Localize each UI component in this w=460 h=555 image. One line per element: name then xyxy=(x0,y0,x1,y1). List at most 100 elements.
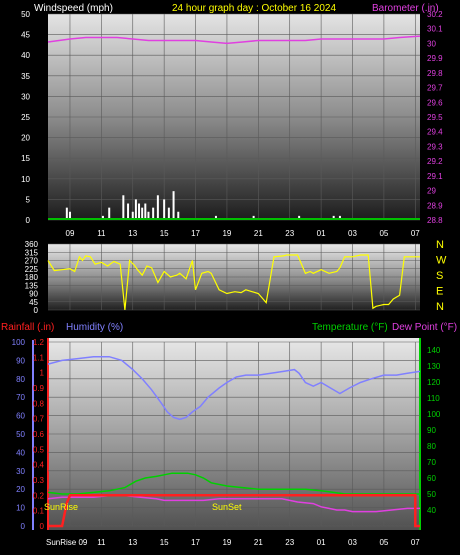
barometer-tick-label: 29.8 xyxy=(427,69,443,78)
temperature-tick-label: 130 xyxy=(427,362,441,371)
chart-title: 24 hour graph day : October 16 2024 xyxy=(172,3,336,14)
rainfall-axis-label: Rainfall (.in) xyxy=(1,322,54,333)
windspeed-bar xyxy=(156,195,159,220)
rainfall-tick-label: 0.6 xyxy=(33,430,45,439)
temperature-tick-label: 110 xyxy=(427,394,440,403)
time-tick-label: 15 xyxy=(160,538,169,547)
wind-time-ticks: 09 11 13 15 17 19 21 23 01 03 05 07 xyxy=(66,229,421,238)
windspeed-bar xyxy=(138,203,141,220)
rainfall-tick-label: 1 xyxy=(40,369,45,378)
time-tick-label: 05 xyxy=(379,229,388,238)
humidity-tick-label: 30 xyxy=(16,467,25,476)
compass-letter: E xyxy=(436,286,443,298)
time-tick-label: 03 xyxy=(348,538,357,547)
time-tick-label: 11 xyxy=(97,538,106,547)
barometer-tick-label: 29.9 xyxy=(427,54,443,63)
barometer-tick-label: 30 xyxy=(427,39,436,48)
windspeed-bar xyxy=(163,199,166,220)
humidity-tick-label: 80 xyxy=(16,375,25,384)
time-tick-label: 13 xyxy=(128,229,137,238)
time-tick-label: 17 xyxy=(191,538,200,547)
rainfall-tick-label: 1.1 xyxy=(33,353,45,362)
barometer-tick-label: 29.1 xyxy=(427,172,443,181)
compass-labels: NWSEN xyxy=(436,239,447,313)
rainfall-tick-label: 0.8 xyxy=(33,399,45,408)
time-tick-label: 07 xyxy=(411,538,420,547)
rainfall-tick-label: 0 xyxy=(40,522,45,531)
time-tick-label: 23 xyxy=(285,229,294,238)
windspeed-bar xyxy=(172,191,175,220)
temperature-tick-label: 40 xyxy=(427,506,436,515)
humidity-tick-label: 60 xyxy=(16,412,25,421)
time-tick-label: 03 xyxy=(348,229,357,238)
humidity-tick-label: 90 xyxy=(16,356,25,365)
windspeed-tick-label: 40 xyxy=(21,51,30,60)
barometer-tick-label: 29.3 xyxy=(427,142,443,151)
temperature-tick-label: 80 xyxy=(427,442,436,451)
time-tick-label: 01 xyxy=(317,229,326,238)
time-tick-label: 13 xyxy=(128,538,137,547)
barometer-tick-label: 28.9 xyxy=(427,201,443,210)
temperature-tick-label: 60 xyxy=(427,474,436,483)
dewpoint-axis-label: Dew Point (°F) xyxy=(392,322,457,333)
rainfall-tick-label: 0.4 xyxy=(33,461,45,470)
humidity-tick-label: 20 xyxy=(16,485,25,494)
barometer-tick-label: 29.2 xyxy=(427,157,443,166)
humidity-tick-label: 100 xyxy=(12,338,26,347)
windspeed-tick-label: 5 xyxy=(26,195,31,204)
windspeed-ticks: 50454035302520151050 xyxy=(21,10,30,225)
windspeed-tick-label: 50 xyxy=(21,10,30,19)
windspeed-tick-label: 35 xyxy=(21,72,30,81)
barometer-tick-label: 29 xyxy=(427,187,436,196)
humidity-tick-label: 10 xyxy=(16,504,25,513)
rainfall-ticks: 1.2 1.1 1 0.9 0.8 0.7 0.6 0.5 0.4 0.3 0.2 0.1 0 xyxy=(33,338,45,531)
rainfall-tick-label: 0.9 xyxy=(33,384,45,393)
time-tick-label: 23 xyxy=(285,538,294,547)
time-tick-label: 11 xyxy=(97,229,106,238)
barometer-ticks: 30.2 30.1 30 29.9 29.8 29.7 29.6 29.5 29.4 29.3 29… xyxy=(427,10,443,225)
temperature-tick-label: 100 xyxy=(427,410,441,419)
windspeed-bar xyxy=(144,203,147,220)
windspeed-tick-label: 15 xyxy=(21,154,30,163)
windspeed-tick-label: 45 xyxy=(21,31,30,40)
time-tick-label: 21 xyxy=(254,538,263,547)
direction-ticks: 36031527022518013590450 xyxy=(25,240,39,315)
weather-graph: Windspeed (mph) 24 hour graph day : Octo… xyxy=(1,3,457,547)
sunrise-marker: SunRise xyxy=(44,502,78,512)
wind-direction-panel: 36031527022518013590450 NWSEN xyxy=(25,239,447,315)
time-tick-label: 19 xyxy=(222,229,231,238)
windspeed-tick-label: 0 xyxy=(26,216,31,225)
temperature-tick-label: 70 xyxy=(427,458,436,467)
windspeed-bar xyxy=(134,199,137,220)
direction-tick-label: 0 xyxy=(34,306,39,315)
rainfall-tick-label: 0.3 xyxy=(33,476,45,485)
time-tick-label: 05 xyxy=(379,538,388,547)
compass-letter: S xyxy=(436,270,443,282)
wind-barometer-panel: Windspeed (mph) 24 hour graph day : Octo… xyxy=(21,3,443,238)
time-tick-label: SunRise 09 xyxy=(46,538,88,547)
windspeed-tick-label: 30 xyxy=(21,92,30,101)
humidity-ticks: 1009080706050403020100 xyxy=(12,338,26,531)
compass-letter: N xyxy=(436,239,444,251)
windspeed-tick-label: 10 xyxy=(21,175,30,184)
windspeed-tick-label: 25 xyxy=(21,113,30,122)
time-tick-label: 15 xyxy=(160,229,169,238)
windspeed-bar xyxy=(127,203,130,220)
barometer-tick-label: 28.8 xyxy=(427,216,443,225)
windspeed-axis-label: Windspeed (mph) xyxy=(34,3,113,14)
temp-humidity-panel: Rainfall (.in) Humidity (%) Temperature … xyxy=(1,322,457,547)
humidity-tick-label: 50 xyxy=(16,430,25,439)
barometer-tick-label: 29.5 xyxy=(427,113,443,122)
time-tick-label: 19 xyxy=(222,538,231,547)
time-tick-label: 01 xyxy=(317,538,326,547)
windspeed-bar xyxy=(122,195,125,220)
windspeed-tick-label: 20 xyxy=(21,134,30,143)
time-tick-label: 21 xyxy=(254,229,263,238)
humidity-tick-label: 0 xyxy=(21,522,26,531)
time-tick-label: 07 xyxy=(411,229,420,238)
temperature-tick-label: 90 xyxy=(427,426,436,435)
barometer-tick-label: 30.1 xyxy=(427,25,443,34)
humidity-axis-label: Humidity (%) xyxy=(66,322,123,333)
compass-letter: N xyxy=(436,301,444,313)
temperature-tick-label: 50 xyxy=(427,490,436,499)
